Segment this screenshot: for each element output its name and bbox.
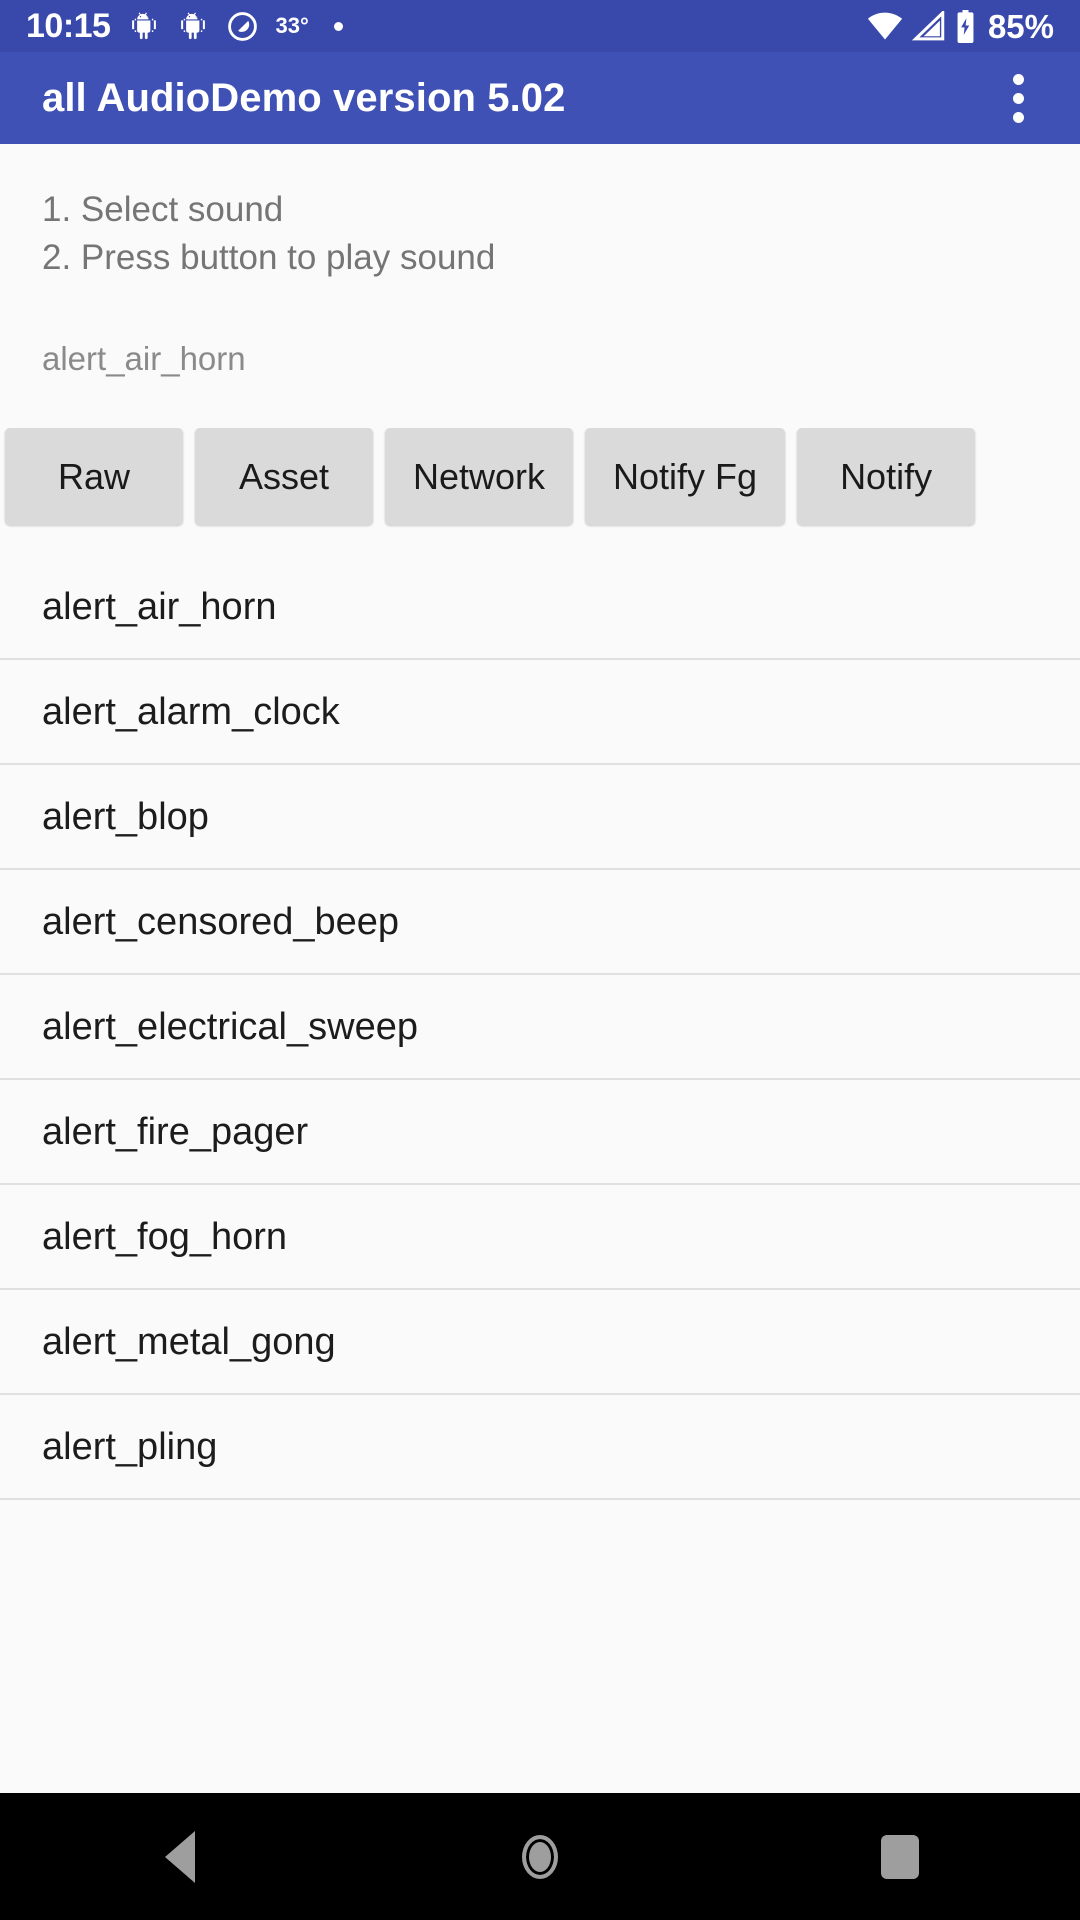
- status-bar-left: 10:15 33°: [26, 9, 867, 43]
- instruction-line-2: 2. Press button to play sound: [42, 238, 496, 277]
- android-bug-icon: [129, 10, 159, 42]
- list-item[interactable]: alert_air_horn: [0, 555, 1080, 660]
- home-circle-icon: [522, 1834, 558, 1879]
- list-item[interactable]: alert_metal_gong: [0, 1290, 1080, 1395]
- sound-list[interactable]: alert_air_horn alert_alarm_clock alert_b…: [0, 555, 1080, 1500]
- home-button[interactable]: [360, 1793, 720, 1920]
- button-notify-fg[interactable]: Notify Fg: [585, 428, 786, 525]
- list-item-label: alert_fire_pager: [42, 1110, 309, 1153]
- list-item-label: alert_air_horn: [42, 585, 277, 628]
- playback-mode-button-row[interactable]: Raw Asset Network Notify Fg Notify: [0, 428, 1080, 531]
- list-item[interactable]: alert_fog_horn: [0, 1185, 1080, 1290]
- list-item[interactable]: alert_alarm_clock: [0, 660, 1080, 765]
- status-bar-clock: 10:15: [26, 7, 111, 45]
- overflow-dot: [1012, 92, 1024, 104]
- list-item-label: alert_blop: [42, 795, 209, 838]
- overflow-dot: [1012, 111, 1024, 123]
- status-bar-temperature: 33°: [275, 13, 309, 38]
- list-item[interactable]: alert_electrical_sweep: [0, 975, 1080, 1080]
- instructions-block: 1. Select sound 2. Press button to play …: [0, 144, 1080, 282]
- back-triangle-icon: [165, 1830, 195, 1883]
- list-item[interactable]: alert_blop: [0, 765, 1080, 870]
- battery-percent-label: 85%: [987, 7, 1054, 45]
- recents-square-icon: [881, 1834, 919, 1879]
- list-item[interactable]: alert_fire_pager: [0, 1080, 1080, 1185]
- list-item-label: alert_electrical_sweep: [42, 1005, 418, 1048]
- small-dot-icon: [333, 21, 343, 31]
- overflow-dot: [1012, 73, 1024, 85]
- app-bar: all AudioDemo version 5.02: [0, 52, 1080, 144]
- battery-charging-icon: [954, 9, 977, 43]
- back-button[interactable]: [0, 1793, 360, 1920]
- button-asset[interactable]: Asset: [195, 428, 373, 525]
- button-network[interactable]: Network: [385, 428, 574, 525]
- selected-sound-label: alert_air_horn: [42, 340, 246, 377]
- list-item-label: alert_fog_horn: [42, 1215, 288, 1258]
- android-screen: 10:15 33° 85% all AudioDemo version 5.02…: [0, 0, 1080, 1920]
- status-bar: 10:15 33° 85%: [0, 0, 1080, 52]
- button-raw[interactable]: Raw: [5, 428, 183, 525]
- page-title: all AudioDemo version 5.02: [42, 75, 566, 120]
- list-item-label: alert_censored_beep: [42, 900, 400, 943]
- cell-signal-icon: [911, 11, 945, 41]
- list-item-label: alert_pling: [42, 1425, 218, 1468]
- circle-slash-icon: [227, 11, 258, 42]
- button-notify[interactable]: Notify: [797, 428, 976, 525]
- main-content: 1. Select sound 2. Press button to play …: [0, 144, 1080, 1793]
- list-item[interactable]: alert_censored_beep: [0, 870, 1080, 975]
- navigation-bar: [0, 1793, 1080, 1920]
- recents-button[interactable]: [720, 1793, 1080, 1920]
- list-item-label: alert_alarm_clock: [42, 690, 340, 733]
- overflow-menu-icon[interactable]: [980, 60, 1056, 136]
- list-item[interactable]: alert_pling: [0, 1395, 1080, 1500]
- list-item-label: alert_metal_gong: [42, 1320, 336, 1363]
- status-bar-right: 85%: [867, 7, 1054, 45]
- android-bug-icon: [178, 10, 208, 42]
- instruction-line-1: 1. Select sound: [42, 190, 284, 229]
- wifi-icon: [867, 11, 903, 41]
